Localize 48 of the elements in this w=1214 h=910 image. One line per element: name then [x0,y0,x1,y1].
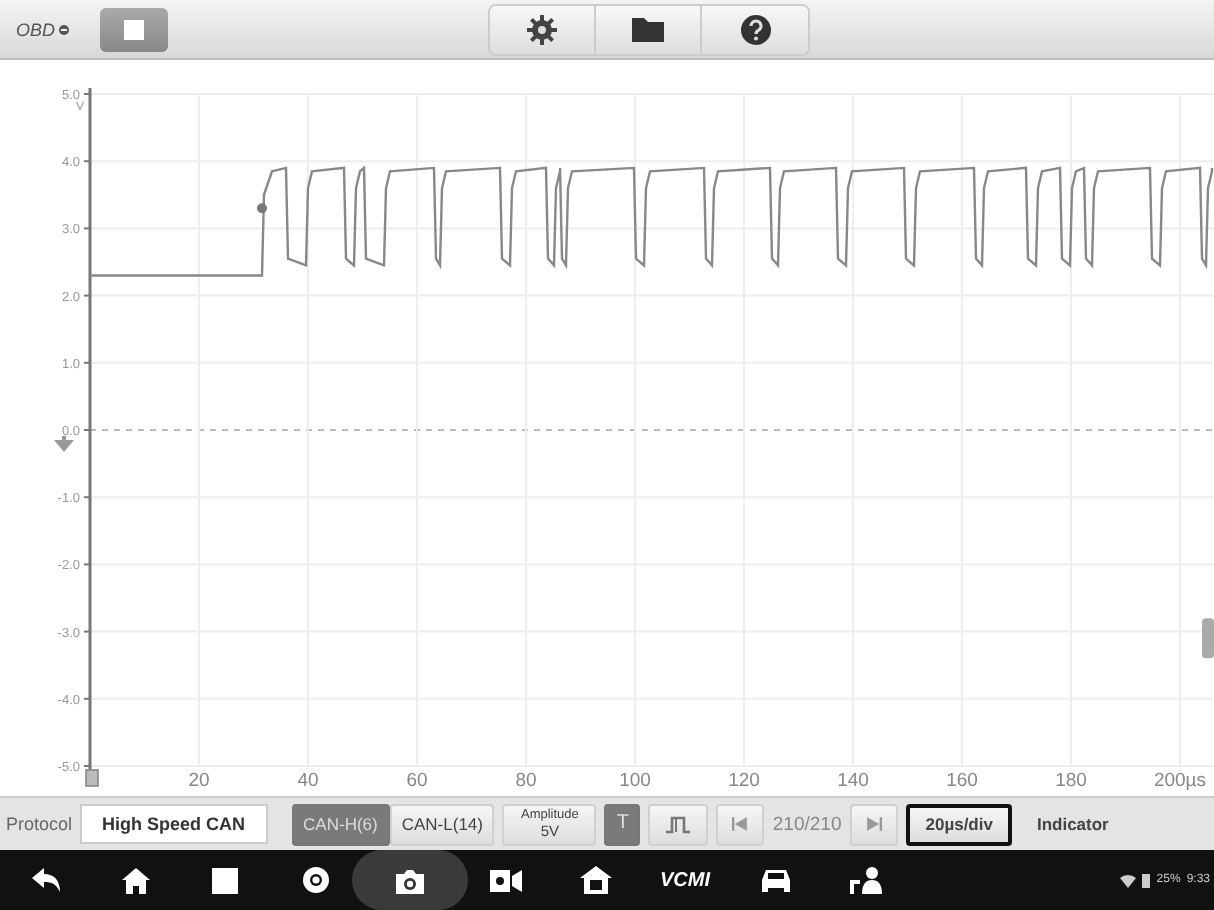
x-axis-label: 120 [728,770,760,792]
x-axis-label: 180 [1055,770,1087,792]
x-axis-label: 40 [297,770,319,792]
skip-last-icon [861,812,886,836]
logo-text: OBD [16,19,56,39]
frame-counter: 210/210 [772,813,842,835]
help-button[interactable] [702,5,808,53]
home-icon [119,866,151,894]
camera-button[interactable] [352,850,468,910]
x-axis-label: 140 [837,770,869,792]
side-handle[interactable] [1202,618,1214,659]
timebase-button[interactable]: 20µs/div [905,803,1013,845]
car-icon [759,866,791,894]
settings-button[interactable] [490,5,596,53]
last-button[interactable] [849,803,898,845]
x-axis-label: 100 [619,770,651,792]
ground-marker-icon[interactable] [54,436,74,452]
screen-record-icon [489,867,521,893]
protocol-field[interactable]: High Speed CAN [80,804,268,844]
square-icon [212,867,238,893]
pulse-icon [664,812,693,836]
people-icon [847,866,883,894]
x-axis-label: 80 [515,770,537,792]
help-icon [739,13,771,45]
vcmi-button[interactable]: VCMI [640,850,730,910]
camera-icon [394,867,426,893]
x-axis-label: 200µs [1153,770,1207,792]
skip-first-icon [728,812,753,836]
time-cursor-handle[interactable] [85,769,99,787]
stop-button[interactable] [100,7,168,51]
browser-icon [301,866,329,894]
wifi-icon [1120,873,1137,887]
channel-tab[interactable]: CAN-L(14) [389,803,495,845]
pulse-button[interactable] [648,803,709,845]
trigger-point[interactable] [257,203,267,214]
x-axis-label: 20 [188,770,210,792]
battery-icon [1142,873,1151,887]
indicator-button[interactable]: Indicator [1020,803,1125,845]
protocol-label: Protocol [6,814,73,834]
folder-icon [632,16,664,42]
x-axis-label: 160 [946,770,978,792]
back-icon [29,866,61,894]
house-icon [579,866,611,894]
first-button[interactable] [716,803,765,845]
folder-button[interactable] [596,5,702,53]
x-axis-label: 60 [406,770,428,792]
settings-icon [526,13,558,45]
connection-icon [57,23,70,35]
